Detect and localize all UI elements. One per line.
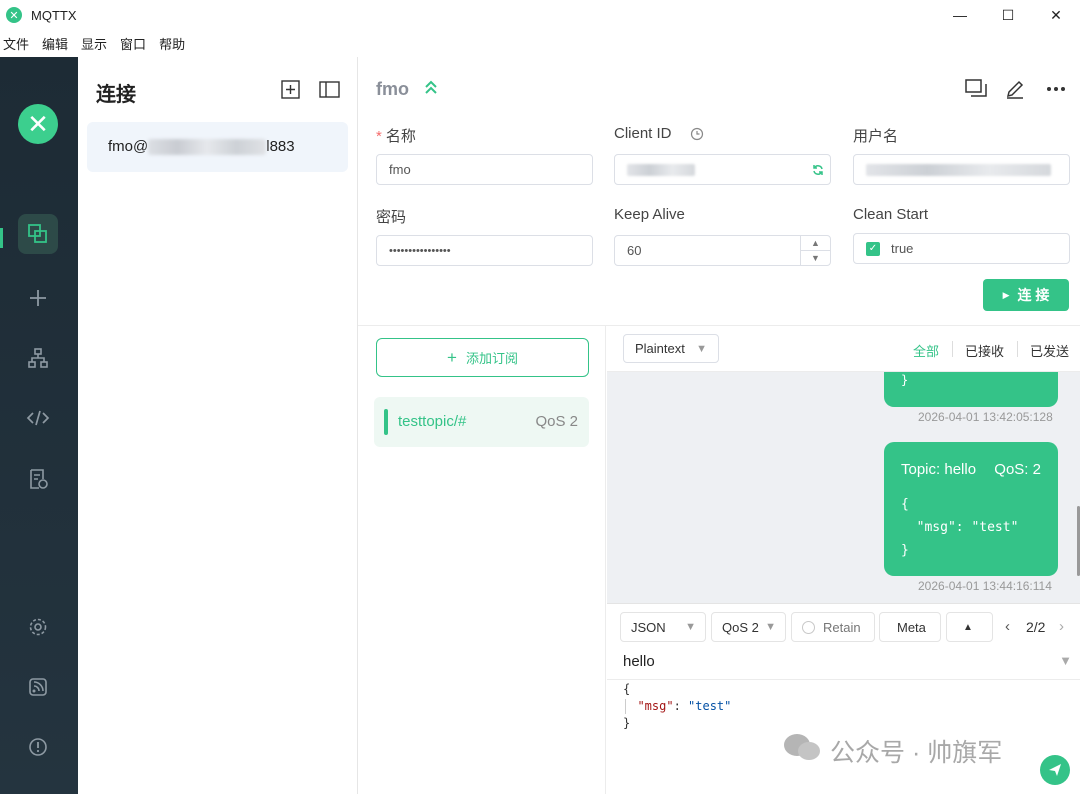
message-time: 2026-04-01 13:44:16:114 — [918, 579, 1052, 593]
keepalive-stepper[interactable]: ▲ ▼ — [800, 236, 830, 265]
connection-title: fmo — [376, 79, 409, 99]
menu-edit[interactable]: 编辑 — [42, 34, 68, 53]
meta-button[interactable]: Meta — [879, 612, 941, 642]
message-payload: { "msg": "test" } — [901, 497, 1019, 558]
message-toolbar: Plaintext ▼ 全部 已接收 已发送 — [607, 326, 1080, 372]
sidebar: ✕ — [0, 57, 78, 794]
connect-button[interactable]: ▶ 连 接 — [983, 279, 1069, 311]
edit-icon[interactable] — [1003, 77, 1027, 101]
payload-format-select[interactable]: Plaintext ▼ — [623, 334, 719, 363]
more-icon[interactable] — [1044, 77, 1068, 101]
about-icon[interactable] — [18, 727, 58, 767]
message-bubble[interactable]: Topic: hello QoS: 2 { "msg": "test" } — [884, 442, 1058, 576]
next-icon[interactable]: › — [1059, 618, 1064, 635]
message-time: 2026-04-01 13:42:05:128 — [918, 410, 1053, 424]
subscription-qos: QoS 2 — [535, 413, 578, 430]
watermark: 公众号 · 帅旗军 — [782, 732, 1002, 769]
wechat-icon — [782, 732, 822, 769]
username-field[interactable] — [853, 154, 1070, 185]
minimize-button[interactable]: — — [936, 0, 984, 30]
keepalive-label: Keep Alive — [614, 206, 685, 223]
script-icon[interactable] — [18, 398, 58, 438]
message-list: Plaintext ▼ 全部 已接收 已发送 } 2026-04-01 13:42… — [607, 326, 1080, 603]
password-label: 密码 — [376, 209, 407, 226]
retain-toggle[interactable]: Retain — [791, 612, 875, 642]
maximize-button[interactable]: ☐ — [984, 0, 1032, 30]
message-bubble[interactable]: } — [884, 372, 1058, 407]
username-label: 用户名 — [853, 128, 899, 145]
subscription-panel: + 添加订阅 testtopic/# QoS 2 — [358, 326, 606, 794]
filter-received[interactable]: 已接收 — [965, 341, 1004, 360]
clock-icon — [690, 127, 703, 140]
plus-icon: + — [447, 347, 457, 367]
publish-qos-select[interactable]: QoS 2 ▼ — [711, 612, 786, 642]
connection-panel: 连接 fmo@ l883 — [78, 57, 358, 794]
stepper-up-icon[interactable]: ▲ — [801, 236, 830, 251]
caret-up-icon[interactable]: ▲ — [946, 612, 993, 642]
prev-icon[interactable]: ‹ — [1005, 618, 1010, 635]
chevron-down-icon[interactable]: ▼ — [1059, 653, 1072, 668]
connection-header: fmo — [376, 79, 439, 100]
app-logo-icon: ✕ — [6, 7, 22, 23]
new-window-icon[interactable] — [964, 77, 988, 101]
keepalive-field[interactable]: 60 ▲ ▼ — [614, 235, 831, 266]
mqttx-logo-icon: ✕ — [18, 104, 58, 144]
filter-all[interactable]: 全部 — [913, 341, 939, 360]
topology-icon[interactable] — [18, 338, 58, 378]
topic-color-bar — [384, 409, 388, 435]
page-indicator: 2/2 — [1026, 619, 1046, 635]
active-indicator — [0, 228, 3, 248]
settings-icon[interactable] — [18, 607, 58, 647]
play-icon: ▶ — [1002, 289, 1010, 300]
redacted-host — [148, 139, 267, 156]
publish-topic-input[interactable]: hello — [623, 653, 655, 670]
subscription-item[interactable]: testtopic/# QoS 2 — [374, 397, 589, 447]
client-id-label: Client ID — [614, 125, 704, 142]
close-button[interactable]: ✕ — [1032, 0, 1080, 30]
password-field[interactable]: •••••••••••••••• — [376, 235, 593, 266]
subscription-topic: testtopic/# — [398, 413, 467, 430]
send-button[interactable] — [1040, 755, 1070, 785]
publish-payload-editor[interactable]: { "msg": "test" } — [623, 681, 731, 732]
window-title: MQTTX — [31, 7, 77, 23]
clean-start-field[interactable]: ✓ true — [853, 233, 1070, 264]
redacted-username — [866, 163, 1051, 176]
clean-start-label: Clean Start — [853, 206, 929, 223]
menu-window[interactable]: 窗口 — [120, 34, 146, 53]
add-subscription-button[interactable]: + 添加订阅 — [376, 338, 589, 377]
connection-name-prefix: fmo@ — [108, 138, 149, 155]
chevron-down-icon: ▼ — [765, 621, 776, 633]
publish-format-select[interactable]: JSON ▼ — [620, 612, 706, 642]
toggle-layout-icon[interactable] — [318, 79, 340, 99]
menu-bar: 文件 编辑 显示 窗口 帮助 — [0, 30, 1080, 56]
add-icon[interactable] — [18, 278, 58, 318]
connection-name-suffix: l883 — [266, 138, 295, 155]
connections-icon[interactable] — [18, 214, 58, 254]
connections-title: 连接 — [96, 84, 136, 106]
chevron-down-icon: ▼ — [685, 621, 696, 633]
redacted-client-id — [627, 163, 695, 176]
client-id-field[interactable] — [614, 154, 831, 185]
filter-sent[interactable]: 已发送 — [1030, 341, 1069, 360]
menu-help[interactable]: 帮助 — [159, 34, 185, 53]
title-bar: ✕ MQTTX — ☐ ✕ — [0, 0, 1080, 30]
log-icon[interactable] — [18, 459, 58, 499]
message-topic: Topic: hello — [901, 461, 977, 478]
checkbox-checked-icon[interactable]: ✓ — [866, 241, 880, 256]
stepper-down-icon[interactable]: ▼ — [801, 251, 830, 265]
message-qos: QoS: 2 — [994, 461, 1041, 478]
radio-icon — [802, 620, 815, 634]
collapse-icon[interactable] — [423, 79, 439, 100]
connection-item[interactable]: fmo@ l883 — [87, 122, 348, 172]
chevron-down-icon: ▼ — [696, 342, 707, 355]
menu-view[interactable]: 显示 — [81, 34, 107, 53]
name-label: * 名称 — [376, 128, 416, 145]
name-field[interactable]: fmo — [376, 154, 593, 185]
main-panel: fmo * 名称 fmo Client ID 用户名 密码 •••••••••••… — [358, 57, 1080, 794]
new-connection-icon[interactable] — [279, 79, 301, 99]
refresh-icon — [813, 164, 823, 175]
menu-file[interactable]: 文件 — [3, 34, 29, 53]
feed-icon[interactable] — [18, 667, 58, 707]
